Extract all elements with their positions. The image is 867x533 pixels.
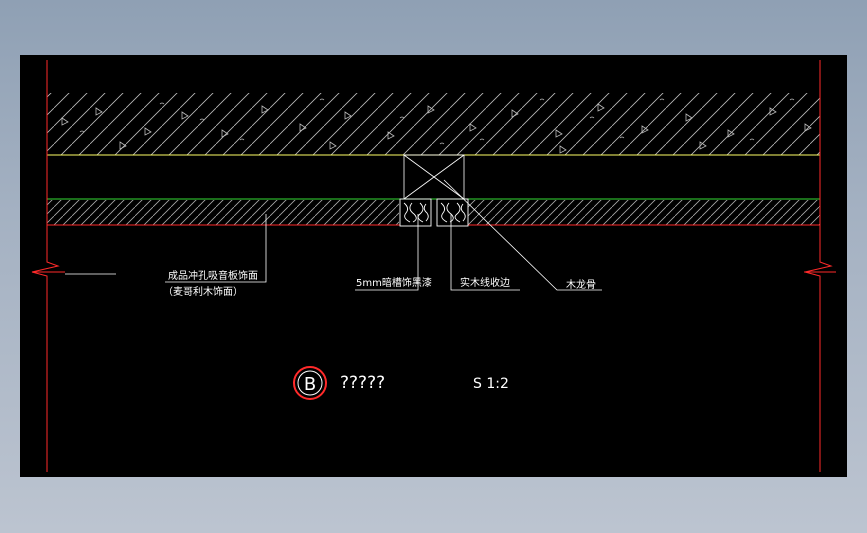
label-dark-groove: 5mm暗槽饰黑漆 xyxy=(356,276,432,289)
concrete-slab xyxy=(47,93,820,155)
scale-label: S 1:2 xyxy=(473,376,509,392)
section-drawing: 成品冲孔吸音板饰面 （麦哥利木饰面） 5mm暗槽饰黑漆 实木线收边 木龙骨 B … xyxy=(20,55,847,477)
label-solid-wood-trim: 实木线收边 xyxy=(460,276,510,289)
label-acoustic-panel: 成品冲孔吸音板饰面 xyxy=(168,269,258,282)
cad-viewport: 成品冲孔吸音板饰面 （麦哥利木饰面） 5mm暗槽饰黑漆 实木线收边 木龙骨 B … xyxy=(0,0,867,533)
detail-title: ????? xyxy=(340,373,385,393)
label-wood-joist: 木龙骨 xyxy=(566,278,596,291)
label-acoustic-panel-sub: （麦哥利木饰面） xyxy=(163,285,243,298)
detail-marker-letter: B xyxy=(304,374,316,395)
